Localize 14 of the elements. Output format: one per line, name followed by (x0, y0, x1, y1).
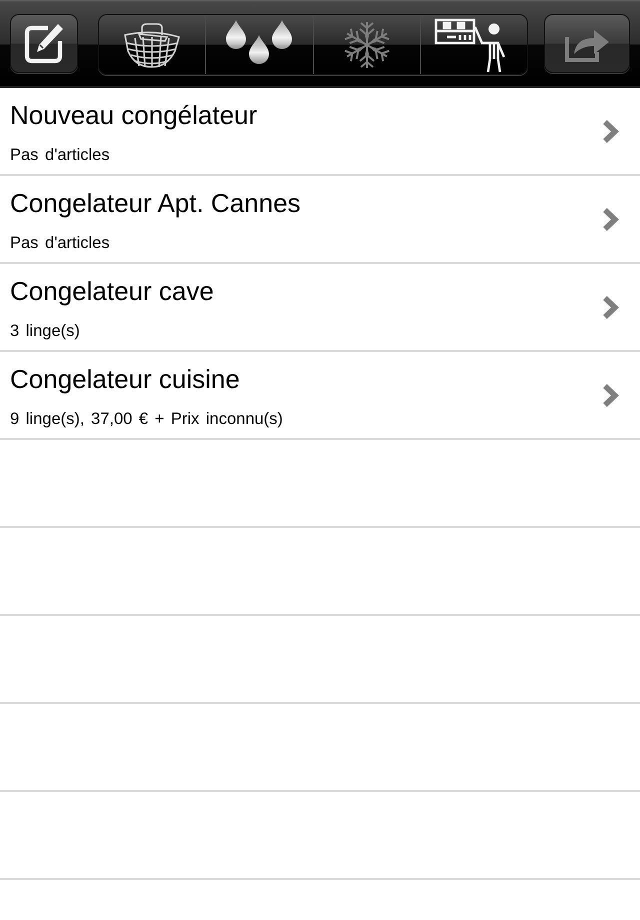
row-subtitle: 9 linge(s), 37,00 € + Prix inconnu(s) (10, 409, 284, 429)
row-title: Congelateur cave (10, 276, 215, 306)
row-title: Nouveau congélateur (10, 100, 258, 130)
edit-button[interactable] (10, 14, 78, 73)
row-title: Congelateur Apt. Cannes (10, 188, 302, 218)
chevron-icon (602, 206, 620, 232)
edit-icon (24, 24, 64, 64)
chevron-icon (602, 294, 620, 320)
row-subtitle: 3 linge(s) (10, 321, 81, 341)
row-subtitle: Pas d'articles (10, 145, 111, 165)
row-subtitle: Pas d'articles (10, 233, 111, 253)
chevron-icon (602, 118, 620, 144)
chevron-icon (602, 382, 620, 408)
row-title: Congelateur cuisine (10, 364, 241, 394)
